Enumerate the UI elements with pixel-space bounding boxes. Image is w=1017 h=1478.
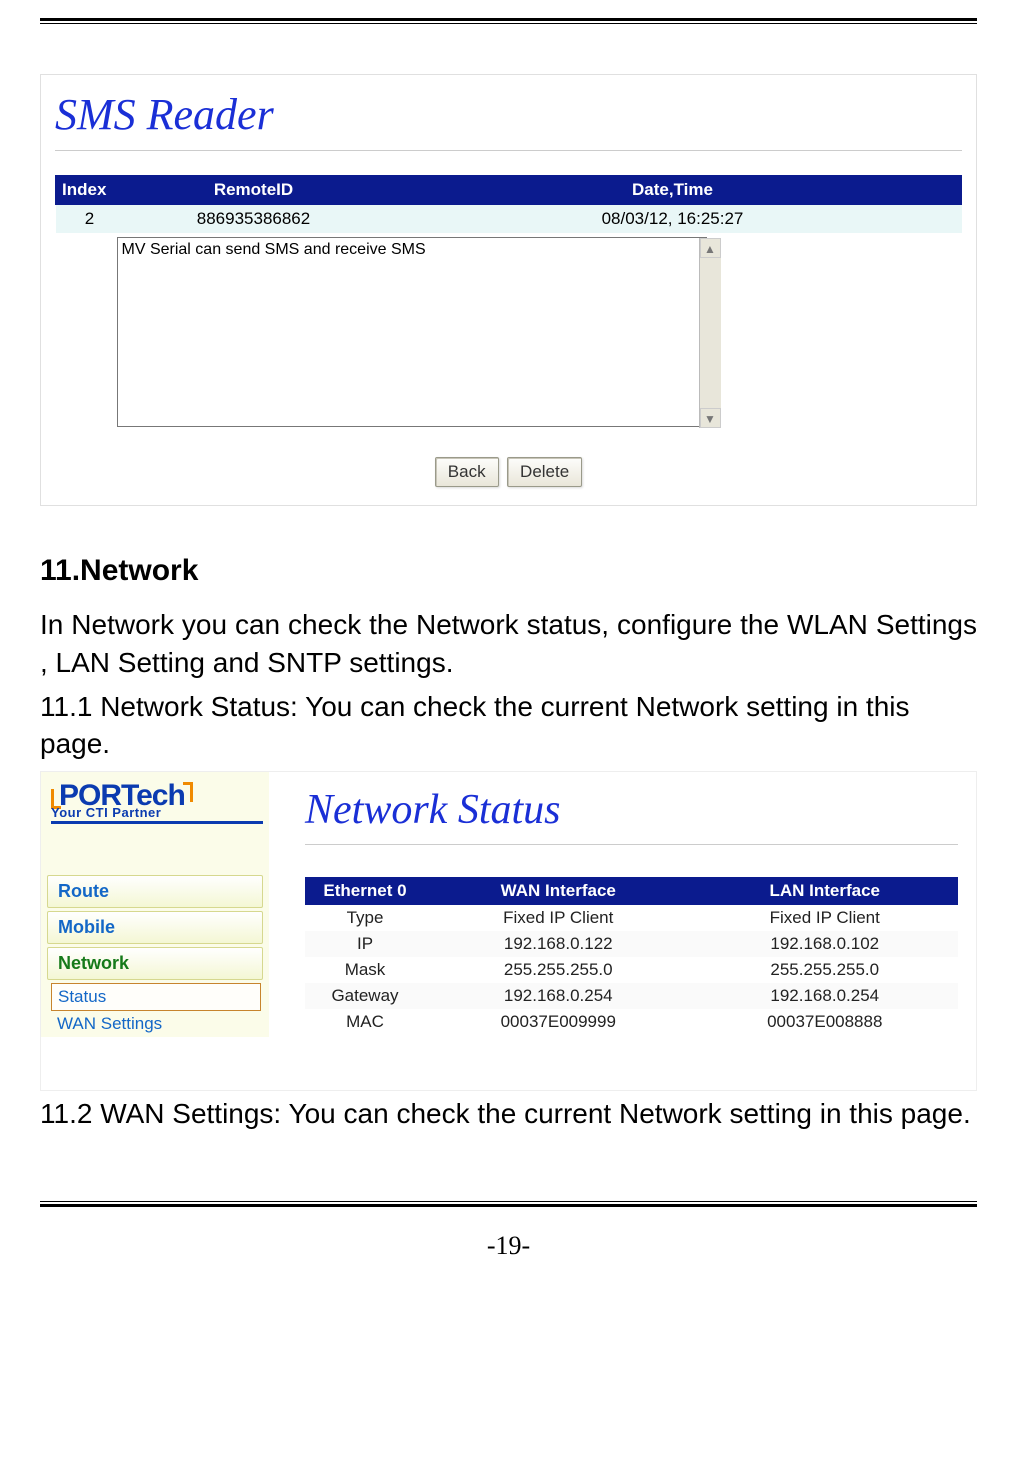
net-row-gateway: Gateway 192.168.0.254 192.168.0.254	[305, 983, 958, 1009]
net-col-wan: WAN Interface	[425, 877, 692, 905]
submenu: Status WAN Settings	[51, 983, 261, 1037]
net-val-lan: 192.168.0.254	[692, 983, 959, 1009]
net-val-wan: 192.168.0.254	[425, 983, 692, 1009]
sms-col-datetime: Date,Time	[384, 176, 962, 205]
net-val-wan: 00037E009999	[425, 1009, 692, 1035]
sms-message-wrap: ▲ ▼	[102, 237, 722, 427]
menu-network[interactable]: Network	[47, 947, 263, 980]
section-11-2: 11.2 WAN Settings: You can check the cur…	[40, 1095, 977, 1133]
sms-cell-index: 2	[56, 205, 124, 234]
net-val-lan: 255.255.255.0	[692, 957, 959, 983]
sms-reader-block: SMS Reader Index RemoteID Date,Time 2 88…	[40, 74, 977, 506]
sms-col-index: Index	[56, 176, 124, 205]
net-val-wan: 255.255.255.0	[425, 957, 692, 983]
section-11-1-text: 11.1 Network Status: You can check the c…	[40, 691, 910, 760]
back-button[interactable]: Back	[435, 457, 499, 487]
sms-button-row: Back Delete	[55, 457, 962, 487]
scrollbar[interactable]: ▲ ▼	[699, 238, 721, 428]
net-val-wan: 192.168.0.122	[425, 931, 692, 957]
net-col-lan: LAN Interface	[692, 877, 959, 905]
page-number: -19-	[40, 1231, 977, 1261]
net-val-lan: 192.168.0.102	[692, 931, 959, 957]
network-divider	[305, 844, 958, 845]
sms-message-textarea[interactable]	[117, 237, 707, 427]
sms-title: SMS Reader	[55, 89, 962, 140]
submenu-wan-settings[interactable]: WAN Settings	[51, 1011, 261, 1037]
scroll-down-icon[interactable]: ▼	[700, 408, 721, 428]
top-rule	[40, 18, 977, 24]
net-label: Type	[305, 905, 425, 931]
net-val-lan: Fixed IP Client	[692, 905, 959, 931]
net-label: MAC	[305, 1009, 425, 1035]
section-11-1: 11.1 Network Status: You can check the c…	[40, 688, 977, 764]
network-table: Ethernet 0 WAN Interface LAN Interface T…	[305, 877, 958, 1035]
network-title: Network Status	[305, 786, 958, 834]
net-val-wan: Fixed IP Client	[425, 905, 692, 931]
section-intro: In Network you can check the Network sta…	[40, 606, 977, 682]
net-row-mask: Mask 255.255.255.0 255.255.255.0	[305, 957, 958, 983]
net-label: Mask	[305, 957, 425, 983]
sms-table: Index RemoteID Date,Time 2 886935386862 …	[55, 175, 962, 431]
network-status-block: PORTech Your CTI Partner Route Mobile Ne…	[40, 771, 977, 1091]
section-heading: 11.Network	[40, 554, 977, 588]
portech-logo: PORTech Your CTI Partner	[45, 778, 265, 824]
network-main: Network Status Ethernet 0 WAN Interface …	[269, 772, 976, 1035]
net-row-type: Type Fixed IP Client Fixed IP Client	[305, 905, 958, 931]
net-row-mac: MAC 00037E009999 00037E008888	[305, 1009, 958, 1035]
scroll-up-icon[interactable]: ▲	[700, 238, 721, 258]
sidebar: PORTech Your CTI Partner Route Mobile Ne…	[41, 772, 269, 1037]
net-val-lan: 00037E008888	[692, 1009, 959, 1035]
sms-cell-remote: 886935386862	[124, 205, 384, 234]
delete-button[interactable]: Delete	[507, 457, 582, 487]
sms-cell-datetime: 08/03/12, 16:25:27	[384, 205, 962, 234]
submenu-status[interactable]: Status	[51, 983, 261, 1011]
menu-mobile[interactable]: Mobile	[47, 911, 263, 944]
menu-route[interactable]: Route	[47, 875, 263, 908]
net-label: Gateway	[305, 983, 425, 1009]
sms-col-remoteid: RemoteID	[124, 176, 384, 205]
sms-divider	[55, 150, 962, 151]
sms-row[interactable]: 2 886935386862 08/03/12, 16:25:27	[56, 205, 962, 234]
net-label: IP	[305, 931, 425, 957]
logo-subtitle: Your CTI Partner	[51, 807, 263, 824]
logo-corner2-icon	[183, 782, 193, 802]
bottom-rule	[40, 1201, 977, 1207]
net-row-ip: IP 192.168.0.122 192.168.0.102	[305, 931, 958, 957]
net-col-eth: Ethernet 0	[305, 877, 425, 905]
